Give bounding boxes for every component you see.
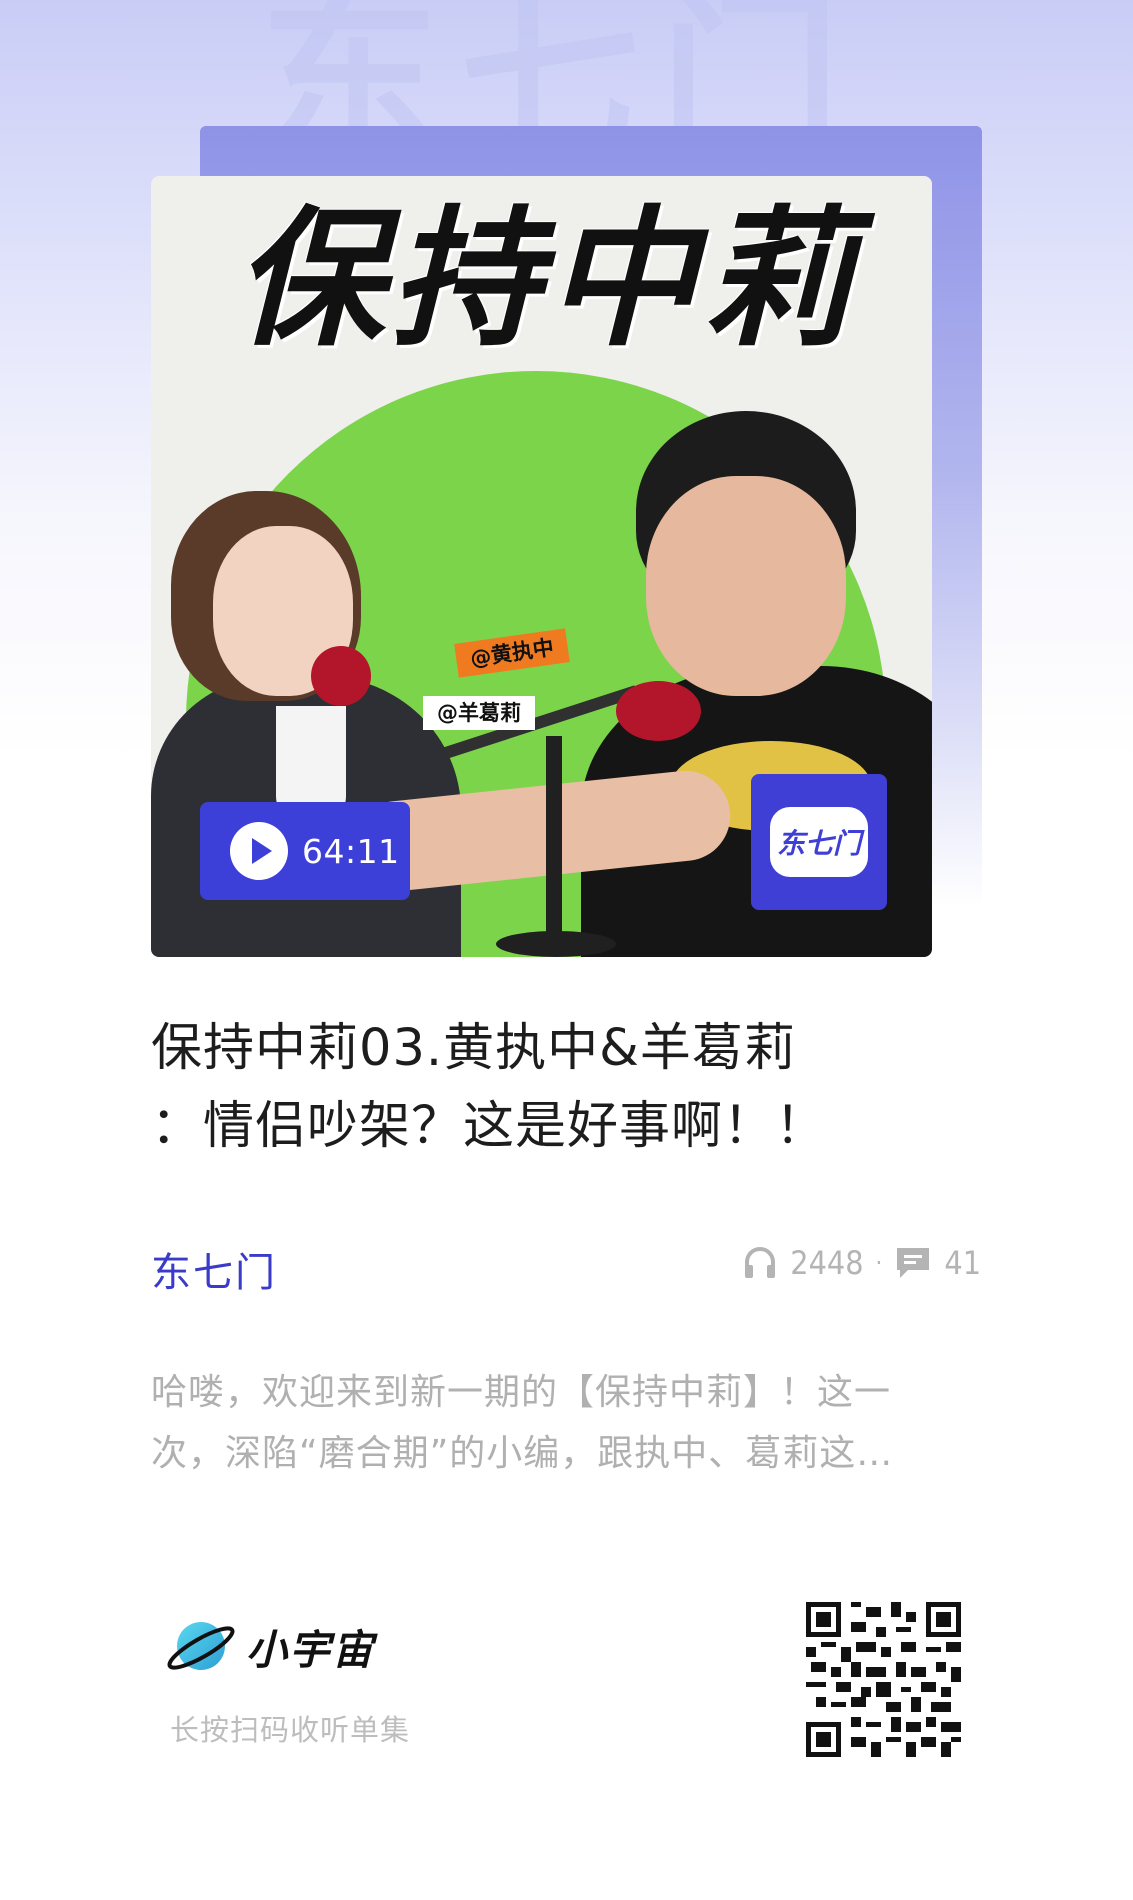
cover-tag-guest: @羊葛莉	[423, 696, 535, 730]
comment-icon	[897, 1248, 930, 1278]
scan-hint: 长按扫码收听单集	[170, 1713, 411, 1747]
description-line2: 次，深陷“磨合期”的小编，跟执中、葛莉这…	[151, 1433, 894, 1474]
play-icon	[230, 822, 288, 880]
play-count: 2448	[790, 1244, 864, 1282]
podcast-name-link[interactable]: 东七门	[151, 1240, 277, 1298]
comment-count: 41	[944, 1244, 981, 1282]
qr-code[interactable]	[806, 1602, 961, 1757]
episode-title: 保持中莉03.黄执中&羊葛莉 ：情侣吵架？这是好事啊！！	[151, 1010, 951, 1166]
brand-logo: 小宇宙	[163, 1616, 375, 1676]
brand-name: 小宇宙	[246, 1626, 375, 1674]
episode-title-line2: ：情侣吵架？这是好事啊！！	[151, 1097, 828, 1156]
episode-duration: 64:11	[302, 831, 400, 871]
mic-base	[496, 931, 616, 957]
microphone-icon	[616, 681, 701, 741]
description-line1: 哈喽，欢迎来到新一期的【保持中莉】！这一	[151, 1372, 892, 1413]
planet-icon	[167, 1622, 235, 1670]
podcast-logo-text: 东七门	[770, 807, 868, 877]
microphone-icon	[311, 646, 371, 706]
play-button[interactable]: 64:11	[200, 802, 410, 900]
headphones-icon	[745, 1247, 776, 1278]
episode-title-line1: 保持中莉03.黄执中&羊葛莉	[151, 1019, 796, 1078]
mic-stand	[546, 736, 562, 956]
episode-stats: 2448 · 41	[742, 1244, 981, 1282]
cover-title-art: 保持中莉	[233, 193, 858, 367]
episode-description: 哈喽，欢迎来到新一期的【保持中莉】！这一 次，深陷“磨合期”的小编，跟执中、葛莉…	[151, 1362, 981, 1484]
host-right-face	[646, 476, 846, 696]
stats-separator: ·	[875, 1249, 883, 1277]
podcast-logo-badge: 东七门	[751, 774, 887, 910]
episode-cover[interactable]: 保持中莉 @黄执中 @羊葛莉 64:11 东七门	[151, 176, 932, 957]
